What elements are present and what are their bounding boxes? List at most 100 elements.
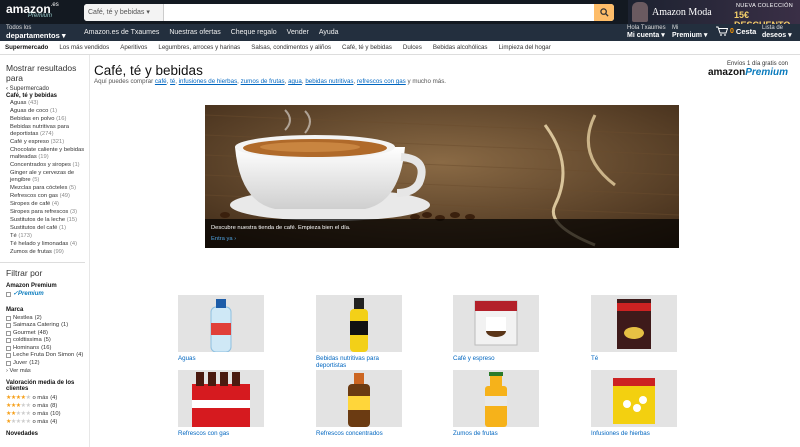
nav-link-sell[interactable]: Vender [287,29,309,36]
nav-link-my-amazon[interactable]: Amazon.es de Txaumes [84,29,159,36]
water-bottle-image [178,295,264,352]
category-item[interactable]: Bebidas en polvo (16) [6,116,89,123]
subnav-alcohol[interactable]: Bebidas alcohólicas [433,44,488,51]
search-button[interactable] [594,4,614,21]
see-more-link[interactable]: › Ver más [6,368,89,374]
category-item[interactable]: Chocolate caliente y bebidas malteadas (… [6,147,89,161]
category-item[interactable]: Aguas de coco (1) [6,108,89,115]
herbal-tea-box-image [591,370,677,427]
subnav-supermarket[interactable]: Supermercado [5,44,48,51]
sub-link-zumos[interactable]: zumos de frutas [241,78,285,85]
rating-filter[interactable]: ★★★★★ o más (10) [6,410,89,418]
category-item[interactable]: Sustitutos del café (1) [6,225,89,232]
subnav-snacks[interactable]: Aperitivos [120,44,147,51]
category-item[interactable]: Siropes de café (4) [6,201,89,208]
checkbox[interactable] [6,360,11,366]
tile-bebidas-nutritivas[interactable]: Bebidas nutritivas para deportistas [316,295,402,369]
amazon-logo[interactable]: amazon.es Premium [6,2,59,19]
hero-banner[interactable]: Descubre nuestra tienda de café. Empieza… [205,105,679,248]
category-item[interactable]: Café y espreso (321) [6,139,89,146]
checkbox[interactable] [6,323,11,329]
brand-filter[interactable]: coldtissima (5) [6,337,89,345]
category-item[interactable]: Sustitutos de la leche (15) [6,217,89,224]
checkbox[interactable] [6,353,11,359]
nav-link-gift-card[interactable]: Cheque regalo [231,29,277,36]
rating-filter[interactable]: ★★★★★ o más (4) [6,394,89,402]
category-name: Siropes para refrescos [10,209,69,215]
category-item[interactable]: Zumos de frutas (99) [6,249,89,256]
brand-filter[interactable]: Leche Fruta Don Simon (4) [6,352,89,360]
checkbox[interactable] [6,338,11,344]
promo-brand: Amazon Moda [652,7,712,18]
category-count: (43) [28,100,39,106]
cart-button[interactable]: 0 Cesta [716,26,756,36]
brand-count: (4) [76,352,84,358]
star-rating-icon: ★★★★★ [6,419,31,425]
tile-refrescos-concentrados[interactable]: Refrescos concentrados [316,370,402,437]
wishlist-menu[interactable]: Lista de deseos ▾ [762,25,792,39]
rating-count: (8) [50,403,58,409]
category-item[interactable]: Bebidas nutritivas para deportistas (274… [6,124,89,138]
checkbox[interactable] [6,315,11,321]
premium-shipping-promo[interactable]: Envíos 1 día gratis con amazonPremium [708,61,788,78]
premium-menu[interactable]: Mi Premium ▾ [672,25,707,39]
category-name: Sustitutos de la leche [10,217,66,223]
rating-filter[interactable]: ★★★★★ o más (4) [6,418,89,426]
brand-filter[interactable]: Nestlea (2) [6,315,89,323]
brand-filter[interactable]: Hominans (16) [6,345,89,353]
brand-count: (1) [61,322,69,328]
promo-banner[interactable]: Amazon Moda NUEVA COLECCIÓN 15€ DESCUENT… [628,0,800,30]
checkbox[interactable] [6,330,11,336]
category-item[interactable]: Concentrados y siropes (1) [6,162,89,169]
tile-refrescos-gas[interactable]: Refrescos con gas [178,370,264,437]
tile-infusiones[interactable]: Infusiones de hierbas [591,370,677,437]
category-item[interactable]: Mezclas para cócteles (5) [6,185,89,192]
brand-filter[interactable]: Juver (12) [6,360,89,368]
category-count: (3) [69,209,78,215]
tile-cafe[interactable]: Café y espreso [453,295,539,362]
sub-link-refrescos[interactable]: refrescos con gas [357,78,406,85]
category-item[interactable]: Refrescos con gas (49) [6,193,89,200]
category-count: (4) [51,201,59,207]
tile-zumos[interactable]: Zumos de frutas [453,370,539,437]
sub-link-cafe[interactable]: café [155,78,167,85]
category-name: Aguas de coco [10,108,49,114]
current-category: Café, té y bebidas [6,93,58,99]
category-item[interactable]: Ginger ale y cervezas de jengibre (5) [6,170,89,184]
nav-link-offers[interactable]: Nuestras ofertas [169,29,220,36]
subnav-legumes[interactable]: Legumbres, arroces y harinas [158,44,240,51]
hero-link[interactable]: Entra ya › [211,236,673,242]
departments-menu[interactable]: Todos los departamentos ▾ [6,25,66,39]
sub-link-infusiones[interactable]: infusiones de hierbas [179,78,237,85]
rating-list: ★★★★★ o más (4) ★★★★★ o más (8) ★★★★★ o más (10)… [6,394,89,426]
breadcrumb[interactable]: ‹ Supermercado [6,86,89,92]
category-item[interactable]: Té (173) [6,233,89,240]
category-count: (1) [59,225,67,231]
subnav-sauces[interactable]: Salsas, condimentos y aliños [251,44,331,51]
category-item[interactable]: Té helado y limonadas (4) [6,241,89,248]
brand-filter[interactable]: Saimaza Catering (1) [6,322,89,330]
rating-filter[interactable]: ★★★★★ o más (8) [6,402,89,410]
tile-aguas[interactable]: Aguas [178,295,264,362]
search-category-select[interactable]: Café, té y bebidas ▾ [84,4,164,21]
tile-te[interactable]: Té [591,295,677,362]
subnav-cleaning[interactable]: Limpieza del hogar [499,44,551,51]
category-item[interactable]: Aguas (43) [6,100,89,107]
premium-logo: ✓Premium [13,291,44,297]
sub-link-bebidas[interactable]: bebidas nutritivas [305,78,353,85]
category-name: Zumos de frutas [10,249,52,255]
sub-link-agua[interactable]: agua [288,78,302,85]
checkbox[interactable] [6,292,11,298]
rating-section-title: Valoración media de los clientes [6,380,75,392]
sub-link-te[interactable]: té [170,78,175,85]
nav-link-help[interactable]: Ayuda [319,29,339,36]
checkbox[interactable] [6,345,11,351]
subnav-coffee-tea[interactable]: Café, té y bebidas [342,44,392,51]
subnav-bestsellers[interactable]: Los más vendidos [59,44,109,51]
premium-filter[interactable]: ✓Premium [6,291,89,299]
subnav-sweets[interactable]: Dulces [403,44,422,51]
cart-count: 0 [730,27,734,35]
brand-filter[interactable]: Gourmet (48) [6,330,89,338]
account-menu[interactable]: Hola Txaumes Mi cuenta ▾ [627,25,666,39]
category-item[interactable]: Siropes para refrescos (3) [6,209,89,216]
